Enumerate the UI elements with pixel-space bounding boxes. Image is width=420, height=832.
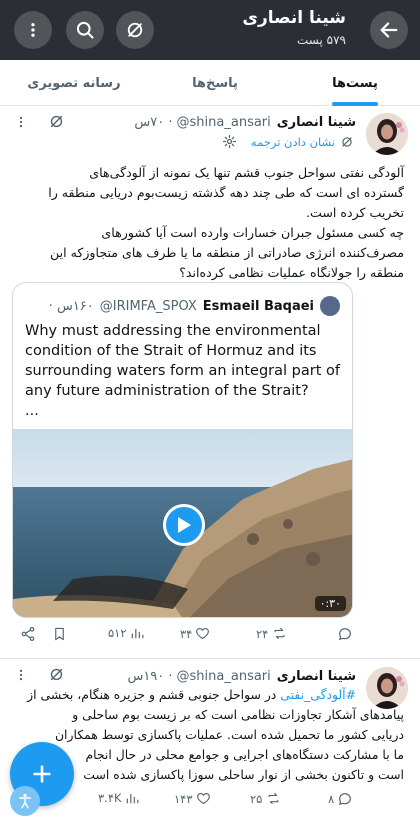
likes-count: ۳۴ bbox=[180, 626, 193, 641]
tweet-time: · ۷۰س bbox=[134, 114, 173, 130]
tweet-time: · ۱۹۰س bbox=[127, 668, 173, 684]
quoted-tweet-time: ۱۶۰س · bbox=[48, 298, 94, 314]
tweet-text: #آلودگی_نفتی در سواحل جنوبی قشم و جزیره … bbox=[14, 685, 356, 705]
arrow-back-icon bbox=[380, 22, 398, 38]
views-button[interactable]: ۵۱۲ bbox=[108, 626, 144, 640]
heart-icon bbox=[196, 627, 210, 640]
more-vertical-icon bbox=[31, 23, 35, 37]
profile-header: شینا انصاری ۵۷۹ پست bbox=[0, 0, 420, 60]
likes-count: ۱۴۳ bbox=[174, 791, 193, 806]
more-vertical-icon[interactable] bbox=[14, 667, 28, 683]
author-name[interactable]: شینا انصاری bbox=[277, 669, 356, 684]
quoted-tweet-header: ۱۶۰س · @IRIMFA_SPOX Esmaeil Baqaei bbox=[25, 295, 340, 317]
reposts-count: ۲۴ bbox=[256, 626, 269, 641]
more-vertical-icon[interactable] bbox=[14, 114, 28, 130]
video-duration: ۰:۳۰ bbox=[314, 596, 346, 611]
tab-media[interactable]: رسانه تصویری bbox=[14, 60, 134, 106]
quoted-author-avatar bbox=[320, 296, 340, 316]
quoted-tweet[interactable]: ۱۶۰س · @IRIMFA_SPOX Esmaeil Baqaei Why m… bbox=[12, 282, 353, 618]
reposts-count: ۲۵ bbox=[250, 791, 263, 806]
tab-posts-label: پست‌ها bbox=[332, 75, 378, 91]
views-button[interactable]: ۳.۴K bbox=[98, 791, 139, 805]
play-button[interactable] bbox=[163, 504, 205, 546]
grok-button[interactable] bbox=[116, 11, 154, 49]
author-handle[interactable]: @shina_ansari bbox=[177, 115, 271, 130]
tweet[interactable]: شینا انصاری @shina_ansari · ۱۹۰س #آلودگی… bbox=[0, 659, 420, 832]
active-tab-indicator bbox=[332, 102, 378, 106]
tweet-actions: ۵۱۲ ۳۴ ۲۴ bbox=[14, 626, 404, 650]
avatar[interactable] bbox=[366, 113, 408, 155]
tweet-text-line: آلودگی نفتی سواحل جنوب قشم تنها یک نمونه… bbox=[89, 165, 404, 180]
views-count: ۳.۴K bbox=[98, 791, 122, 805]
gear-icon[interactable] bbox=[222, 134, 237, 149]
tweet-text-line: تخریب کرده است. bbox=[305, 205, 404, 220]
views-icon bbox=[131, 628, 143, 639]
tweet-header: شینا انصاری @shina_ansari · ۷۰س bbox=[14, 112, 356, 132]
bookmark-button[interactable] bbox=[52, 626, 67, 642]
accessibility-button[interactable] bbox=[10, 786, 40, 816]
repost-button[interactable]: ۲۵ bbox=[250, 791, 282, 806]
replies-count: ۸ bbox=[328, 792, 335, 806]
share-icon bbox=[21, 627, 35, 641]
share-button[interactable] bbox=[20, 626, 36, 642]
profile-tabs: رسانه تصویری پاسخ‌ها پست‌ها bbox=[0, 60, 420, 106]
quoted-author-handle: @IRIMFA_SPOX bbox=[99, 298, 197, 314]
hashtag-link[interactable]: #آلودگی_نفتی bbox=[280, 687, 356, 702]
video-thumbnail[interactable]: ۰:۳۰ bbox=[13, 429, 352, 617]
show-translation-link[interactable]: نشان دادن ترجمه bbox=[222, 134, 354, 149]
tweet-text-line: گسترده ای است که طی چند دهه گذشته زیست‌ب… bbox=[48, 185, 404, 200]
author-name[interactable]: شینا انصاری bbox=[277, 115, 356, 130]
quoted-tweet-text: Why must addressing the environmental co… bbox=[25, 323, 340, 419]
repost-icon bbox=[268, 792, 279, 805]
play-icon bbox=[178, 517, 191, 533]
tweet-text-line: مصرف‌کننده انرژی صادراتی از منطقه ما یا … bbox=[49, 245, 404, 260]
tweet-text-line: پیامدهای آشکار تجاوزات نظامی است که بر ز… bbox=[72, 707, 404, 722]
profile-name: شینا انصاری bbox=[242, 8, 346, 28]
like-button[interactable]: ۳۴ bbox=[180, 626, 210, 641]
tweet-text-line: چه کسی مسئول جبران خسارات وارده است آیا … bbox=[101, 225, 404, 240]
tweet-text: آلودگی نفتی سواحل جنوب قشم تنها یک نمونه… bbox=[14, 163, 404, 283]
search-button[interactable] bbox=[66, 11, 104, 49]
tweet-header: شینا انصاری @shina_ansari · ۱۹۰س bbox=[14, 666, 356, 686]
repost-button[interactable]: ۲۴ bbox=[256, 626, 288, 641]
reply-button[interactable]: ۸ bbox=[328, 791, 353, 807]
tweet-top-icons bbox=[14, 113, 65, 130]
grok-icon[interactable] bbox=[48, 113, 65, 130]
bookmark-icon bbox=[55, 627, 64, 641]
tab-media-label: رسانه تصویری bbox=[27, 75, 121, 91]
views-icon bbox=[126, 793, 138, 804]
heart-icon bbox=[196, 792, 210, 805]
grok-icon[interactable] bbox=[48, 666, 65, 683]
search-icon bbox=[76, 21, 94, 39]
avatar[interactable] bbox=[366, 667, 408, 709]
tweet[interactable]: شینا انصاری @shina_ansari · ۷۰س نشان داد… bbox=[0, 107, 420, 657]
tweet-top-icons bbox=[14, 666, 65, 683]
tweet-text-line: منطقه را جولانگاه عملیات نظامی کرده‌اند؟ bbox=[179, 265, 404, 280]
grok-icon bbox=[127, 22, 143, 38]
translate-label: نشان دادن ترجمه bbox=[250, 134, 335, 149]
tweet-text-line: #آلودگی_نفتی در سواحل جنوبی قشم و جزیره … bbox=[27, 687, 356, 702]
tweet-text-line: دریایی کشور ما تحمیل شده است. عملیات پاک… bbox=[54, 727, 404, 742]
tab-replies-label: پاسخ‌ها bbox=[192, 75, 238, 91]
tab-replies[interactable]: پاسخ‌ها bbox=[160, 60, 270, 106]
reply-button[interactable] bbox=[334, 626, 353, 642]
quoted-author-name: Esmaeil Baqaei bbox=[202, 298, 314, 314]
plus-icon bbox=[33, 765, 51, 783]
reply-icon bbox=[339, 793, 352, 805]
accessibility-icon bbox=[19, 793, 31, 809]
reply-icon bbox=[339, 628, 351, 640]
more-options-button[interactable] bbox=[14, 11, 52, 49]
views-count: ۵۱۲ bbox=[108, 626, 127, 640]
back-button[interactable] bbox=[370, 11, 408, 49]
tab-posts[interactable]: پست‌ها bbox=[300, 60, 410, 106]
tweet-actions: ۳.۴K ۱۴۳ ۲۵ ۸ bbox=[14, 791, 404, 815]
post-count: ۵۷۹ پست bbox=[297, 33, 346, 47]
like-button[interactable]: ۱۴۳ bbox=[174, 791, 211, 806]
repost-icon bbox=[274, 627, 285, 640]
grok-translate-icon bbox=[342, 136, 352, 147]
author-handle[interactable]: @shina_ansari bbox=[177, 669, 271, 684]
tweet-text-line: ما با مشارکت دستگاه‌های اجرایی و جوامع م… bbox=[85, 747, 404, 762]
